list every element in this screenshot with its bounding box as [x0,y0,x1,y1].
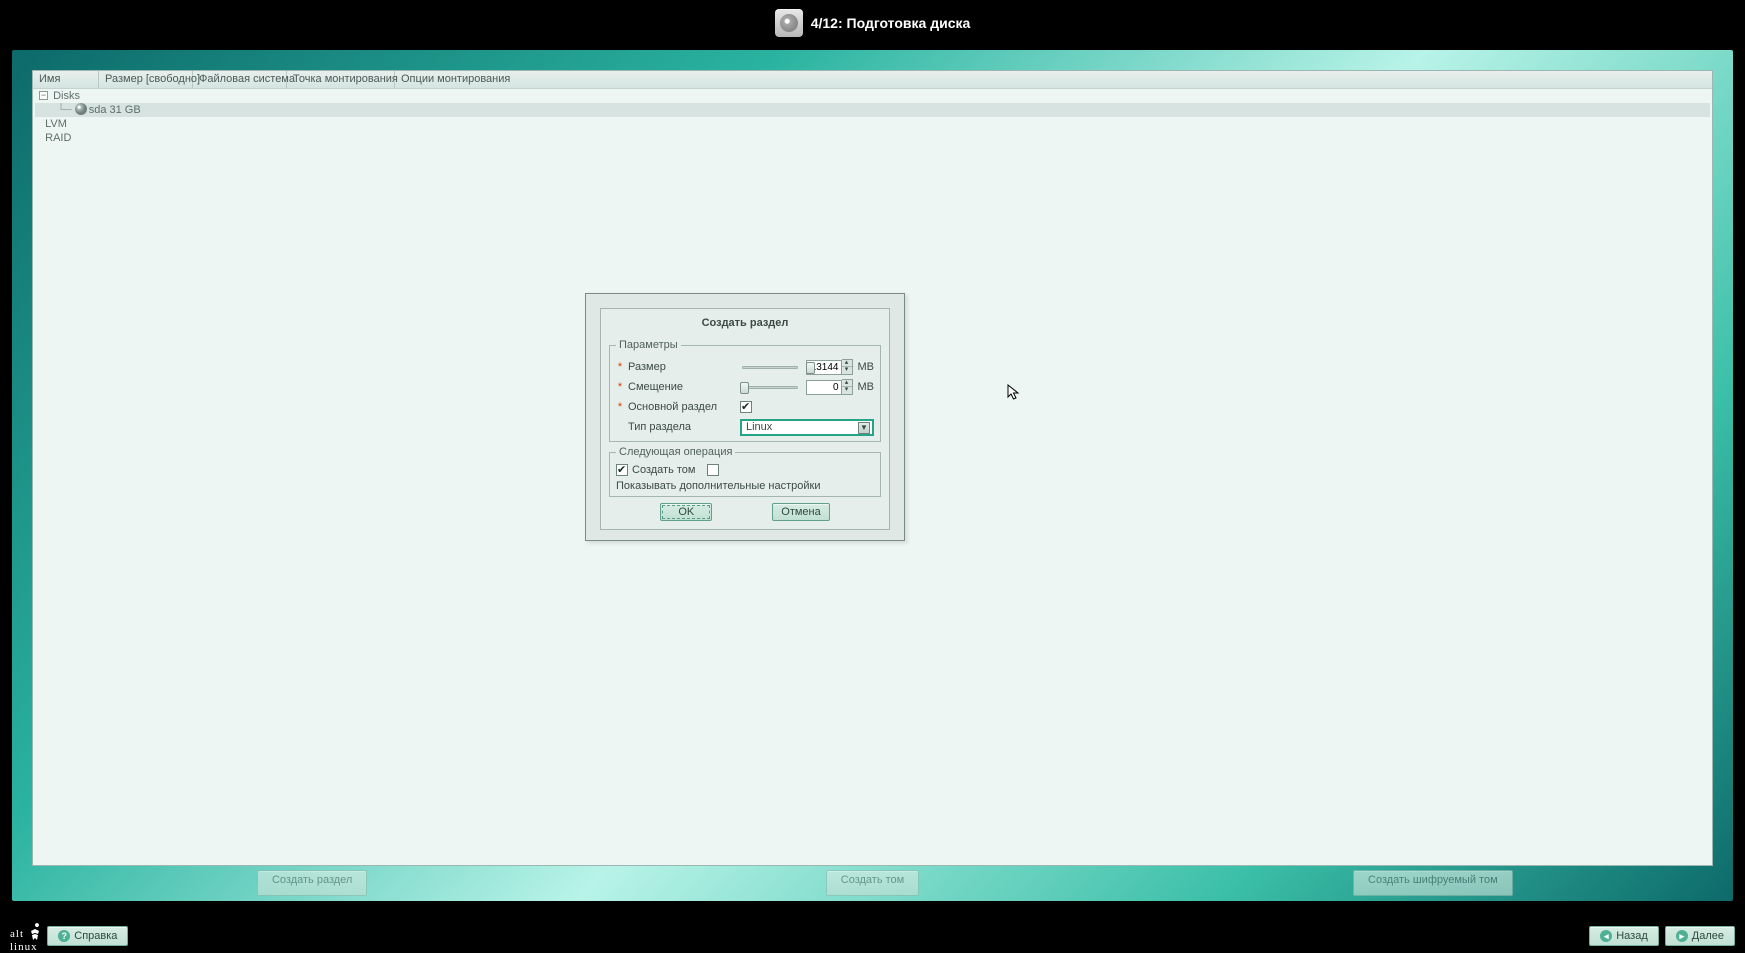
col-size[interactable]: Размер [свободно] [99,71,193,88]
create-volume-button[interactable]: Создать том [826,870,919,896]
altlinux-logo: alt linux [10,921,41,952]
row-type: * Тип раздела Linux ▼ [616,417,874,437]
params-fieldset: Параметры * Размер ▴ ▾ MB * [609,339,881,442]
dialog-title: Создать раздел [601,309,889,335]
arrow-left-icon: ◂ [1600,930,1612,942]
size-label: Размер [628,361,736,373]
next-label: Далее [1692,930,1724,942]
offset-slider[interactable] [740,380,800,394]
create-encrypted-button[interactable]: Создать шифруемый том [1353,870,1513,896]
help-button[interactable]: ? Справка [47,926,128,946]
page-header: 4/12: Подготовка диска [0,0,1745,45]
primary-label: Основной раздел [628,401,736,413]
cancel-button[interactable]: Отмена [772,503,829,521]
dialog-buttons: OK Отмена [601,503,889,521]
slider-thumb[interactable] [740,382,749,394]
offset-spin-buttons: ▴ ▾ [842,379,853,395]
create-partition-button[interactable]: Создать раздел [257,870,367,896]
type-value: Linux [746,421,772,433]
create-volume-checkbox[interactable] [616,464,628,476]
disk-icon [775,9,803,37]
tree-label-raid: RAID [45,132,71,144]
footer: alt linux ? Справка ◂ Назад ▸ Далее [0,921,1745,951]
footer-right: ◂ Назад ▸ Далее [1589,926,1735,946]
size-unit: MB [858,361,875,373]
dialog-inner: Создать раздел Параметры * Размер ▴ ▾ MB [600,308,890,530]
create-volume-label: Создать том [632,464,695,476]
row-primary: * Основной раздел [616,397,874,417]
page-title: 4/12: Подготовка диска [811,15,971,31]
show-advanced-checkbox[interactable] [707,464,719,476]
disk-tree[interactable]: − Disks sda 31 GB LVM RAID [33,89,1712,145]
arrow-right-icon: ▸ [1676,930,1688,942]
col-mountpoint[interactable]: Точка монтирования [287,71,395,88]
offset-spin-down[interactable]: ▾ [842,387,852,394]
size-slider[interactable] [740,360,800,374]
frame-actions: Создать раздел Создать том Создать шифру… [32,870,1713,896]
next-button[interactable]: ▸ Далее [1665,926,1735,946]
col-name[interactable]: Имя [33,71,99,88]
slider-track [742,366,798,369]
tree-node-lvm[interactable]: LVM [35,117,1710,131]
tree-label-disks: Disks [53,90,80,102]
next-op-legend: Следующая операция [616,446,735,458]
next-op-fieldset: Следующая операция Создать том Показыват… [609,446,881,497]
slider-track [742,386,798,389]
primary-checkbox[interactable] [740,401,752,413]
col-mountopts[interactable]: Опции монтирования [395,71,1712,88]
tree-node-disks[interactable]: − Disks [35,89,1710,103]
ok-button[interactable]: OK [660,503,712,521]
tree-node-sda[interactable]: sda 31 GB [35,103,1710,117]
offset-input[interactable] [806,380,842,395]
tree-label-sda: sda 31 GB [89,104,141,116]
params-legend: Параметры [616,339,681,351]
offset-unit: MB [858,381,875,393]
row-offset: * Смещение ▴ ▾ MB [616,377,874,397]
type-label: Тип раздела [628,421,736,433]
disk-node-icon [75,103,87,115]
offset-label: Смещение [628,381,736,393]
tree-node-raid[interactable]: RAID [35,131,1710,145]
type-select[interactable]: Linux ▼ [740,419,874,436]
row-size: * Размер ▴ ▾ MB [616,357,874,377]
required-mark: * [616,381,624,393]
tree-label-lvm: LVM [45,118,67,130]
back-label: Назад [1616,930,1648,942]
col-filesystem[interactable]: Файловая система [193,71,287,88]
offset-spin: ▴ ▾ [806,379,853,395]
expander-icon[interactable]: − [39,91,48,100]
footer-left: alt linux ? Справка [10,921,128,952]
slider-thumb[interactable] [806,362,815,374]
help-label: Справка [74,930,117,942]
create-partition-dialog: Создать раздел Параметры * Размер ▴ ▾ MB [585,293,905,541]
size-spin-buttons: ▴ ▾ [842,359,853,375]
required-mark: * [616,401,624,413]
required-mark: * [616,361,624,373]
size-spin-down[interactable]: ▾ [842,367,852,374]
show-advanced-label: Показывать дополнительные настройки [616,480,821,492]
back-button[interactable]: ◂ Назад [1589,926,1659,946]
chevron-down-icon[interactable]: ▼ [858,422,870,434]
help-icon: ? [58,930,70,942]
table-header-row: Имя Размер [свободно] Файловая система Т… [33,71,1712,89]
